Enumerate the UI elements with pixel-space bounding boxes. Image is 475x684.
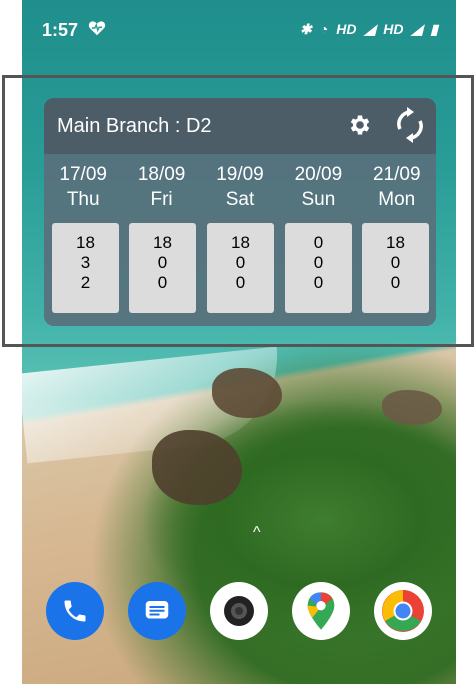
camera-app-icon[interactable] [210, 582, 268, 640]
heart-icon [88, 20, 106, 41]
card-value: 3 [80, 253, 91, 272]
wallpaper-rock [152, 430, 242, 505]
card-value: 0 [390, 273, 401, 292]
day-date: 17/09 [59, 164, 107, 185]
card-value: 0 [157, 273, 168, 292]
hd-label: HD [336, 21, 357, 37]
card-value: 0 [313, 233, 324, 252]
card-value: 18 [76, 233, 95, 252]
day-card[interactable]: 18 0 0 [129, 223, 196, 313]
card-value: 18 [231, 233, 250, 252]
status-icons: ✱ ◔ HD ◢ HD ◢ ▮ [300, 21, 438, 38]
day-header: 17/09 Thu [44, 162, 122, 212]
messages-app-icon[interactable] [128, 582, 186, 640]
status-bar: 1:57 ✱ ◔ HD ◢ HD ◢ ▮ [22, 0, 456, 62]
day-card[interactable]: 18 0 0 [362, 223, 429, 313]
widget-header: Main Branch : D2 [44, 98, 436, 154]
schedule-widget[interactable]: Main Branch : D2 17/09 Thu 18/09 Fri 19/09… [44, 98, 436, 326]
day-header: 21/09 Mon [358, 162, 436, 212]
day-date: 19/09 [216, 164, 264, 185]
day-weekday: Fri [150, 189, 173, 210]
card-value: 2 [80, 273, 91, 292]
day-weekday: Mon [378, 189, 416, 210]
day-header: 18/09 Fri [122, 162, 200, 212]
app-drawer-chevron[interactable]: ^ [253, 524, 261, 542]
day-weekday: Sat [225, 189, 255, 210]
signal-icon: ◢ [411, 21, 423, 37]
chrome-app-icon[interactable] [374, 582, 432, 640]
card-value: 18 [386, 233, 405, 252]
card-value: 0 [235, 253, 246, 272]
gear-icon[interactable] [347, 112, 373, 138]
day-headers: 17/09 Thu 18/09 Fri 19/09 Sat 20/09 Sun 21/0… [44, 162, 436, 212]
day-date: 18/09 [137, 164, 186, 185]
day-card[interactable]: 18 0 0 [207, 223, 274, 313]
day-date: 21/09 [372, 164, 421, 185]
wifi-icon: ◔ [319, 21, 329, 37]
status-time: 1:57 [42, 20, 79, 40]
phone-app-icon[interactable] [46, 582, 104, 640]
day-card[interactable]: 18 3 2 [52, 223, 119, 313]
card-value: 0 [157, 253, 168, 272]
day-weekday: Thu [66, 189, 100, 210]
hd-label: HD [383, 21, 404, 37]
card-value: 0 [313, 273, 324, 292]
wallpaper-rock [382, 390, 442, 425]
day-card[interactable]: 0 0 0 [285, 223, 352, 313]
widget-title[interactable]: Main Branch : D2 [57, 115, 212, 138]
signal-icon: ◢ [364, 21, 376, 37]
battery-icon: ▮ [430, 21, 438, 37]
maps-app-icon[interactable] [292, 582, 350, 640]
card-value: 0 [390, 253, 401, 272]
refresh-icon[interactable] [394, 107, 426, 143]
day-header: 20/09 Sun [279, 162, 357, 212]
card-value: 0 [313, 253, 324, 272]
card-value: 0 [235, 273, 246, 292]
day-date: 20/09 [294, 164, 343, 185]
day-weekday: Sun [301, 189, 336, 210]
bluetooth-icon: ✱ [300, 21, 312, 37]
card-value: 18 [153, 233, 172, 252]
day-header: 19/09 Sat [201, 162, 279, 212]
